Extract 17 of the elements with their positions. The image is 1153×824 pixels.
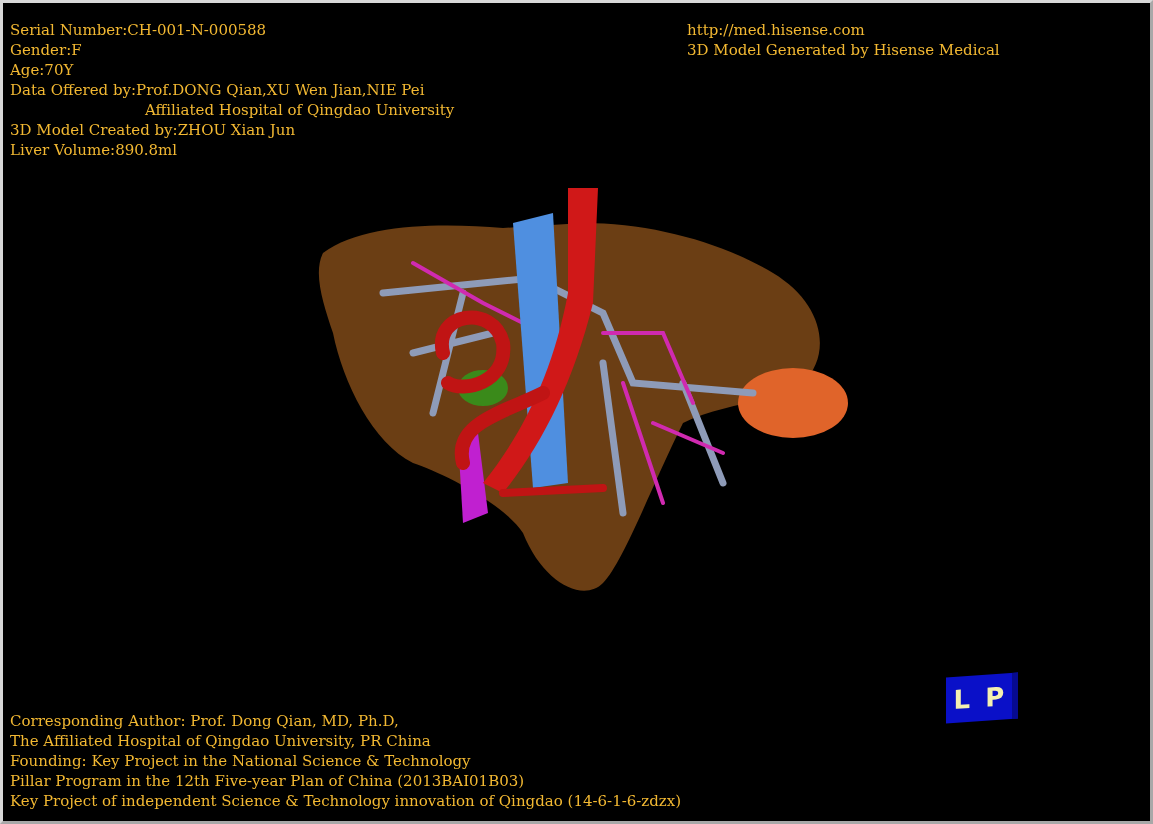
info-text: Pillar Program in the 12th Five-year Plan of China (2013BAI01B03) — [10, 771, 525, 791]
info-text: The Affiliated Hospital of Qingdao University, PR China — [10, 731, 431, 751]
info-text: Affiliated Hospital of Qingdao University — [145, 100, 455, 120]
info-text: Gender:F — [10, 40, 82, 60]
info-text: Age:70Y — [10, 60, 74, 80]
info-text: 3D Model Created by:ZHOU Xian Jun — [10, 120, 296, 140]
info-text: Data Offered by:Prof.DONG Qian,XU Wen Jian,NIE Pei — [10, 80, 425, 100]
info-text: 3D Model Generated by Hisense Medical — [687, 40, 1000, 60]
orientation-cube[interactable]: L P — [946, 672, 1018, 724]
info-text: Serial Number:CH-001-N-000588 — [10, 20, 267, 40]
info-text: Founding: Key Project in the National Science & Technology — [10, 751, 471, 771]
info-text: Key Project of independent Science & Technology innovation of Qingdao (14-6-1-6-zdzx) — [10, 791, 682, 811]
info-text: Corresponding Author: Prof. Dong Qian, MD, Ph.D, — [10, 711, 399, 731]
axis-label: L — [953, 685, 971, 713]
axis-label: P — [985, 683, 1005, 711]
info-text: Liver Volume:890.8ml — [10, 140, 178, 160]
info-text: http://med.hisense.com — [687, 20, 865, 40]
